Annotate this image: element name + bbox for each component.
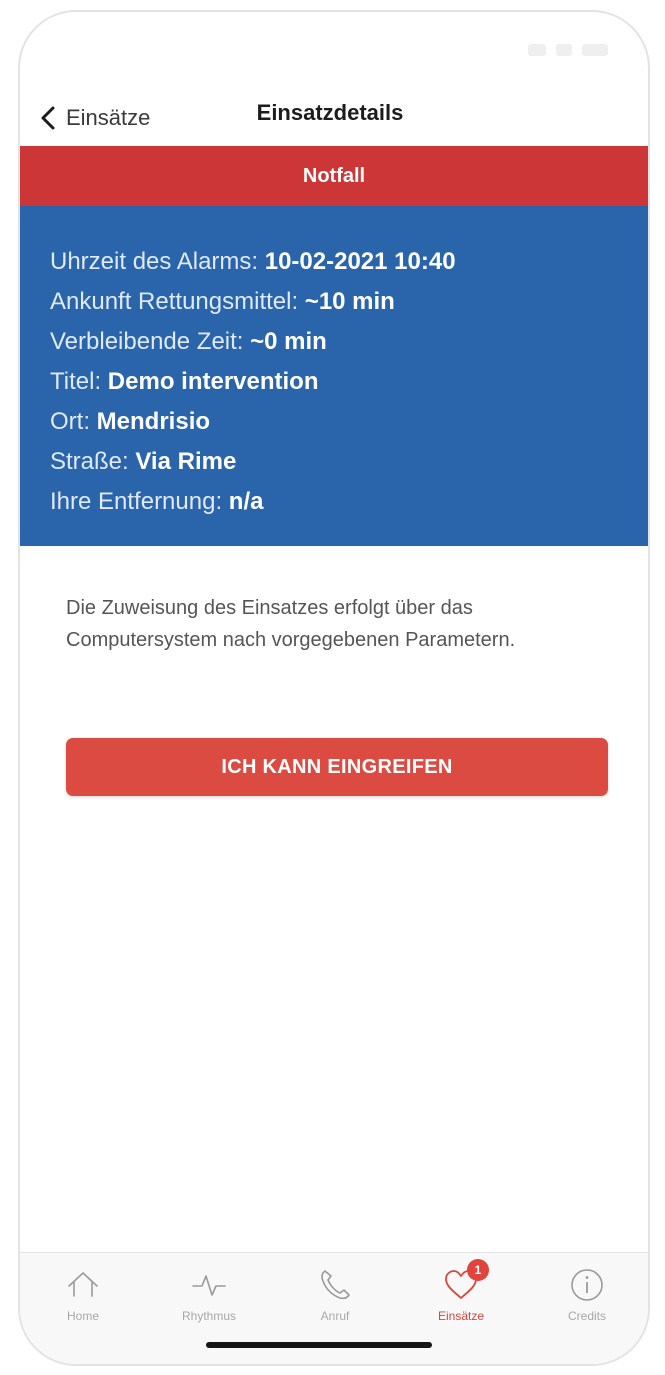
tab-rhythmus[interactable]: Rhythmus — [146, 1253, 272, 1343]
intervene-button-label: ICH KANN EINGREIFEN — [221, 755, 453, 778]
assignment-description: Die Zuweisung des Einsatzes erfolgt über… — [66, 597, 516, 651]
status-bar — [20, 12, 648, 90]
info-row-alarm-time: Uhrzeit des Alarms: 10-02-2021 10:40 — [50, 242, 648, 282]
info-value: ~0 min — [250, 328, 327, 355]
tab-home[interactable]: Home — [20, 1253, 146, 1343]
info-label: Ihre Entfernung: — [50, 488, 229, 515]
tab-einsaetze[interactable]: 1 Einsätze — [398, 1253, 524, 1343]
info-icon — [567, 1265, 607, 1305]
emergency-banner: Notfall — [20, 146, 648, 206]
tab-label: Home — [66, 1309, 99, 1323]
intervene-button[interactable]: ICH KANN EINGREIFEN — [66, 738, 608, 796]
banner-label: Notfall — [302, 164, 366, 187]
tab-bar: Home Rhythmus Anruf 1 Einsätze Credits — [20, 1252, 648, 1364]
info-value: ~10 min — [304, 288, 395, 315]
info-row-title: Titel: Demo intervention — [50, 362, 648, 402]
info-row-location: Ort: Mendrisio — [50, 402, 648, 442]
navigation-bar: Einsätze Einsatzdetails — [20, 90, 648, 146]
info-label: Ankunft Rettungsmittel: — [50, 288, 305, 315]
tab-anruf[interactable]: Anruf — [272, 1253, 398, 1343]
info-value: 10-02-2021 10:40 — [264, 248, 456, 275]
signal-icon — [528, 44, 546, 56]
home-indicator — [206, 1342, 432, 1348]
home-icon — [63, 1265, 103, 1305]
wifi-icon — [556, 44, 572, 56]
info-label: Uhrzeit des Alarms: — [50, 248, 265, 275]
info-value: n/a — [228, 488, 264, 515]
page-title: Einsatzdetails — [256, 100, 404, 125]
intervention-info-panel: Uhrzeit des Alarms: 10-02-2021 10:40 Ank… — [20, 206, 648, 546]
pulse-icon — [189, 1265, 229, 1305]
info-value: Mendrisio — [96, 408, 211, 435]
info-value: Demo intervention — [107, 368, 319, 395]
info-label: Ort: — [50, 408, 97, 435]
info-value: Via Rime — [135, 448, 237, 475]
phone-frame: Einsätze Einsatzdetails Notfall Uhrzeit … — [18, 10, 650, 1366]
notification-badge: 1 — [467, 1259, 489, 1281]
tab-label: Rhythmus — [181, 1309, 237, 1323]
phone-icon — [315, 1265, 355, 1305]
info-row-distance: Ihre Entfernung: n/a — [50, 482, 648, 522]
tab-label: Einsätze — [437, 1309, 485, 1323]
info-row-arrival: Ankunft Rettungsmittel: ~10 min — [50, 282, 648, 322]
tab-label: Anruf — [320, 1309, 350, 1323]
info-row-remaining-time: Verbleibende Zeit: ~0 min — [50, 322, 648, 362]
info-label: Straße: — [50, 448, 136, 475]
battery-icon — [582, 44, 608, 56]
heart-icon: 1 — [441, 1259, 489, 1305]
tab-credits[interactable]: Credits — [524, 1253, 648, 1343]
status-icons — [528, 44, 608, 56]
info-label: Titel: — [50, 368, 108, 395]
info-row-street: Straße: Via Rime — [50, 442, 648, 482]
tab-label: Credits — [567, 1309, 606, 1323]
info-label: Verbleibende Zeit: — [50, 328, 251, 355]
